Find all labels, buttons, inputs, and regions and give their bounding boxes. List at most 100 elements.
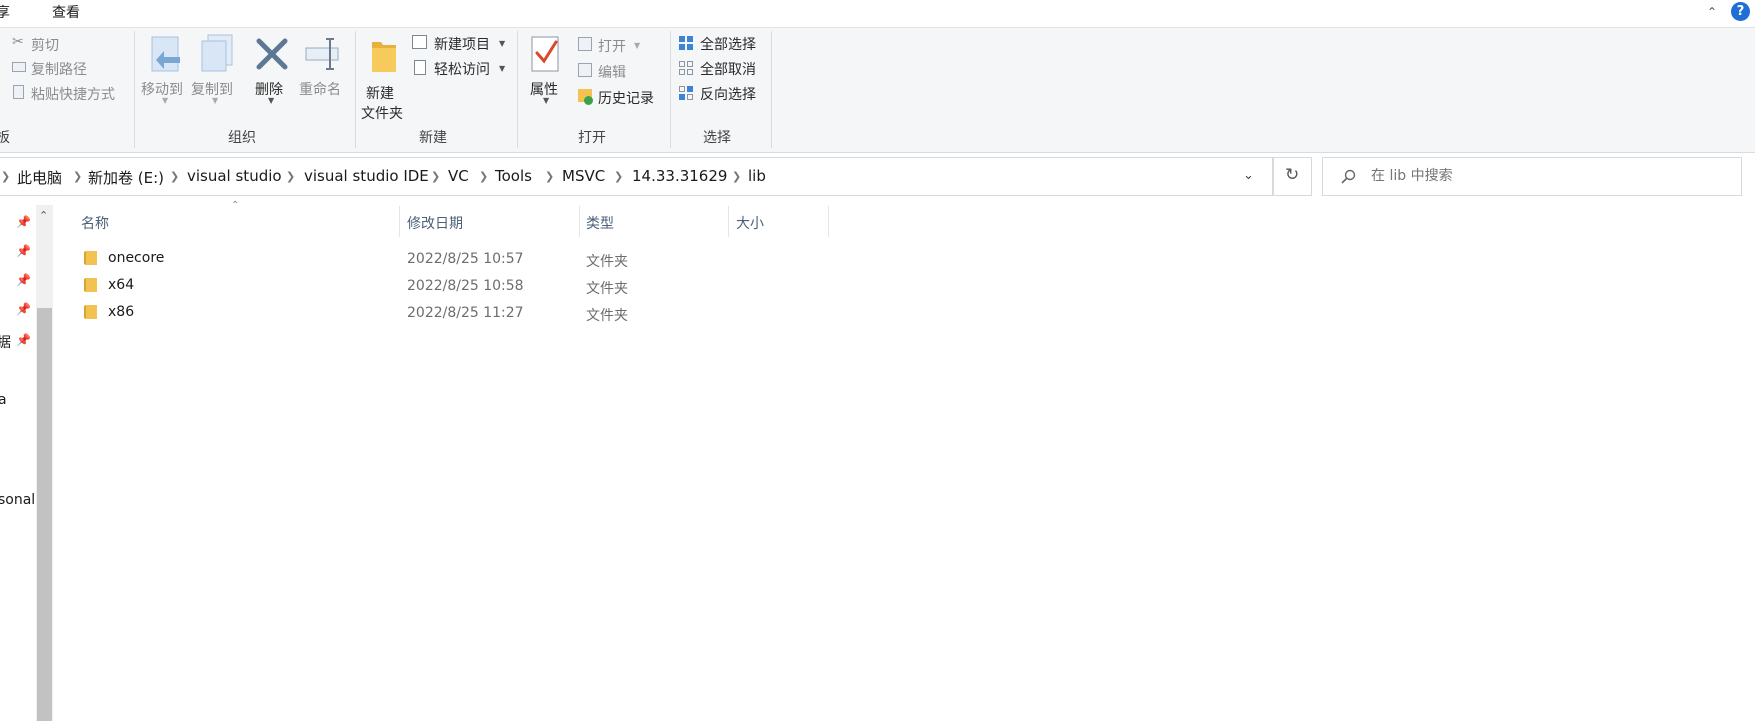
pin-icon[interactable]: 📌 — [16, 244, 31, 258]
group-divider — [355, 31, 356, 148]
cut-label: 剪切 — [31, 38, 59, 54]
select-all-label: 全部选择 — [700, 37, 756, 53]
group-divider — [517, 31, 518, 148]
file-date: 2022/8/25 11:27 — [407, 305, 524, 321]
column-header-date[interactable]: 修改日期 — [407, 213, 463, 233]
address-bar[interactable]: ❯ 此电脑 ❯ 新加卷 (E:) ❯ visual studio ❯ visua… — [0, 157, 1273, 196]
folder-icon — [84, 278, 97, 292]
menu-bar: 享 查看 ⌃ ? — [0, 0, 1755, 28]
breadcrumb-this-pc[interactable]: 此电脑 — [17, 167, 62, 188]
tab-share[interactable]: 享 — [0, 2, 10, 22]
search-box[interactable] — [1322, 157, 1742, 196]
group-divider — [134, 31, 135, 148]
breadcrumb-vc[interactable]: VC — [448, 167, 469, 185]
invert-selection-icon — [679, 86, 693, 100]
column-divider[interactable] — [728, 206, 729, 237]
column-divider[interactable] — [399, 206, 400, 237]
scroll-up-icon[interactable]: ⌃ — [39, 209, 48, 222]
column-header-name[interactable]: 名称 — [81, 213, 109, 233]
select-all-icon — [679, 36, 693, 50]
delete-button[interactable]: 删除 ▼ — [252, 33, 292, 105]
search-input[interactable] — [1371, 164, 1721, 188]
refresh-button[interactable]: ↻ — [1273, 157, 1312, 196]
folder-icon — [84, 305, 97, 319]
breadcrumb-tools[interactable]: Tools — [495, 167, 532, 185]
nav-item[interactable]: sonal — [0, 492, 35, 508]
easy-access-icon — [414, 60, 426, 75]
file-name: onecore — [108, 250, 165, 266]
copy-to-button[interactable]: 复制到 ▼ — [191, 33, 243, 105]
group-divider — [771, 31, 772, 148]
breadcrumb-msvc[interactable]: MSVC — [562, 167, 605, 185]
breadcrumb-lib[interactable]: lib — [748, 167, 766, 185]
open-icon — [578, 37, 592, 51]
help-icon[interactable]: ? — [1731, 2, 1750, 21]
address-history-dropdown-icon[interactable]: ⌄ — [1243, 168, 1254, 183]
rename-button[interactable]: 重命名 — [298, 33, 348, 105]
history-clock-icon — [584, 96, 593, 105]
nav-item[interactable]: 据 — [0, 332, 11, 352]
file-date: 2022/8/25 10:58 — [407, 278, 524, 294]
breadcrumb-version[interactable]: 14.33.31629 — [632, 167, 727, 185]
invert-selection-label: 反向选择 — [700, 87, 756, 103]
new-folder-label: 新建 — [366, 86, 394, 102]
edit-icon — [578, 63, 592, 77]
chevron-right-icon: ❯ — [732, 170, 742, 183]
chevron-right-icon: ❯ — [479, 170, 489, 183]
properties-button[interactable]: 属性 ▼ — [525, 33, 567, 113]
file-type: 文件夹 — [586, 308, 628, 324]
chevron-right-icon: ❯ — [431, 170, 441, 183]
new-item-icon — [412, 35, 427, 49]
open-label: 打开 — [598, 39, 626, 55]
pin-icon[interactable]: 📌 — [16, 215, 31, 229]
select-none-label: 全部取消 — [700, 62, 756, 78]
breadcrumb-visual-studio[interactable]: visual studio — [187, 167, 282, 185]
rename-icon — [305, 38, 339, 70]
file-date: 2022/8/25 10:57 — [407, 251, 524, 267]
chevron-right-icon: ❯ — [286, 170, 296, 183]
chevron-right-icon: ❯ — [170, 170, 180, 183]
nav-scrollbar[interactable]: ⌃ — [36, 205, 53, 721]
new-item-dropdown-icon: ▼ — [499, 39, 506, 48]
file-row[interactable]: x64 2022/8/25 10:58 文件夹 — [78, 276, 678, 298]
edit-label: 编辑 — [598, 65, 626, 81]
column-header-type[interactable]: 类型 — [586, 213, 614, 233]
scissors-icon: ✂ — [12, 34, 24, 50]
move-to-button[interactable]: 移动到 ▼ — [140, 33, 192, 105]
delete-dropdown-icon: ▼ — [268, 96, 275, 105]
column-header-size[interactable]: 大小 — [736, 213, 764, 233]
file-type: 文件夹 — [586, 281, 628, 297]
move-to-icon — [151, 36, 180, 72]
ribbon: ✂ 剪切 复制路径 粘贴快捷方式 板 移动到 ▼ 复制到 ▼ 删除 ▼ 重命名 … — [0, 28, 1755, 153]
new-folder-icon — [372, 42, 396, 72]
breadcrumb-drive-e[interactable]: 新加卷 (E:) — [88, 167, 164, 188]
copy-to-icon — [201, 34, 233, 72]
column-divider[interactable] — [579, 206, 580, 237]
organize-group-label: 组织 — [228, 130, 256, 146]
new-folder-button[interactable]: 新建 文件夹 — [360, 33, 410, 123]
select-group-label: 选择 — [703, 130, 731, 146]
nav-item[interactable]: a — [0, 392, 7, 408]
pin-icon[interactable]: 📌 — [16, 302, 31, 316]
history-label: 历史记录 — [598, 91, 654, 107]
pin-icon[interactable]: 📌 — [16, 333, 31, 347]
folder-icon — [84, 251, 97, 265]
rename-label: 重命名 — [299, 82, 341, 98]
file-row[interactable]: x86 2022/8/25 11:27 文件夹 — [78, 303, 678, 325]
chevron-right-icon: ❯ — [1, 170, 11, 183]
collapse-ribbon-icon[interactable]: ⌃ — [1707, 5, 1717, 19]
nav-scrollbar-thumb[interactable] — [37, 308, 52, 721]
column-divider[interactable] — [828, 206, 829, 237]
chevron-right-icon: ❯ — [73, 170, 83, 183]
tab-view[interactable]: 查看 — [52, 2, 80, 22]
new-group-label: 新建 — [419, 130, 447, 146]
file-name: x86 — [108, 304, 135, 320]
breadcrumb-visual-studio-ide[interactable]: visual studio IDE — [304, 167, 429, 185]
pin-icon[interactable]: 📌 — [16, 273, 31, 287]
delete-x-icon — [256, 38, 288, 70]
easy-access-label: 轻松访问 — [434, 62, 490, 78]
sort-ascending-icon: ⌃ — [231, 200, 240, 211]
file-row[interactable]: onecore 2022/8/25 10:57 文件夹 — [78, 249, 678, 271]
new-folder-label-2: 文件夹 — [361, 106, 403, 122]
properties-dropdown-icon: ▼ — [543, 96, 550, 105]
